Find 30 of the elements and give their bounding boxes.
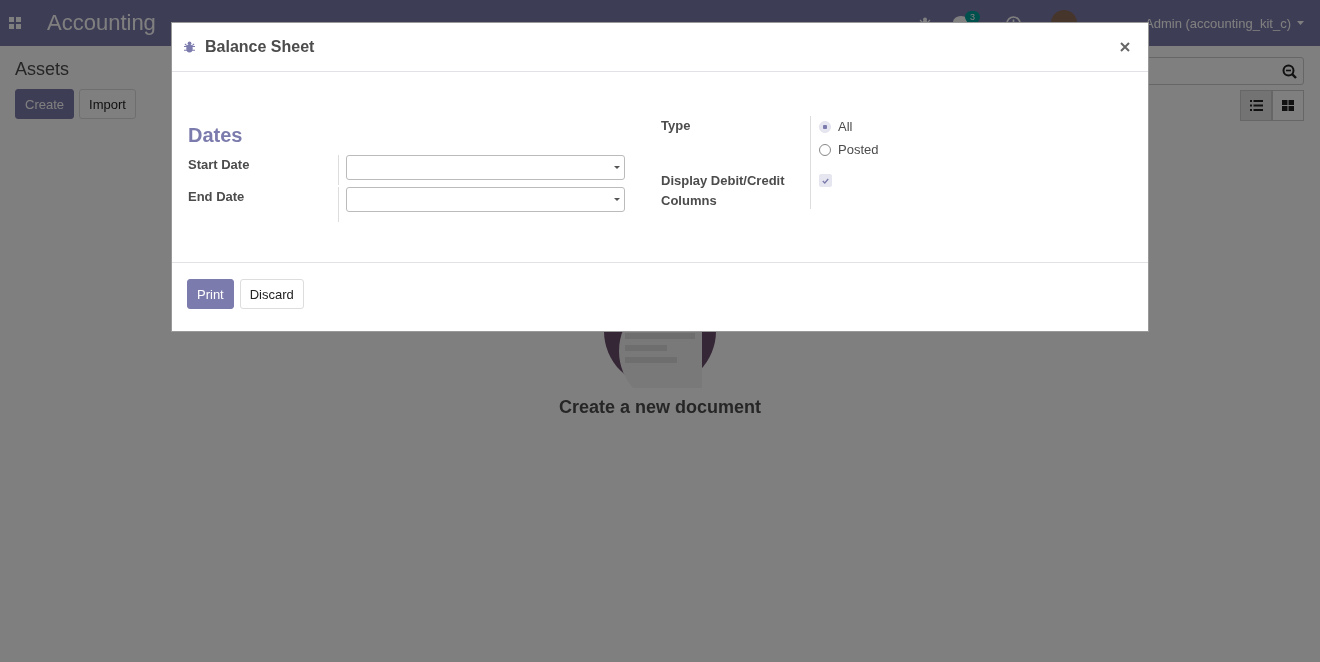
section-heading: Dates — [188, 124, 244, 147]
list-icon — [1249, 100, 1263, 111]
import-button[interactable]: Import — [79, 89, 136, 119]
create-button[interactable]: Create — [15, 89, 75, 119]
list-view-button[interactable] — [1240, 90, 1272, 121]
close-button[interactable] — [1118, 40, 1132, 54]
field-label: Display Debit/Credit Columns — [661, 172, 786, 210]
field-label: Type — [661, 117, 692, 135]
radio-label[interactable]: All — [838, 119, 853, 134]
checkbox[interactable] — [819, 174, 832, 187]
caret-icon[interactable] — [614, 166, 620, 169]
date-field[interactable] — [346, 187, 625, 212]
page-title: Assets — [15, 59, 71, 80]
kanban-view-button[interactable] — [1272, 90, 1304, 121]
bug-icon[interactable] — [184, 41, 195, 53]
date-field[interactable] — [346, 155, 625, 180]
grid-icon — [1282, 100, 1294, 111]
dialog-title: Balance Sheet — [205, 38, 315, 56]
field-label: End Date — [188, 188, 246, 206]
app-title: Accounting — [47, 10, 156, 36]
checkmark-icon — [822, 177, 829, 184]
field-label: Start Date — [188, 156, 251, 174]
notification-badge: 3 — [965, 11, 981, 23]
print-button[interactable]: Print — [187, 279, 234, 309]
search-icon[interactable] — [1282, 63, 1297, 79]
radio-label[interactable]: Posted — [838, 142, 879, 157]
discard-button[interactable]: Discard — [239, 279, 304, 309]
caret-icon[interactable] — [614, 198, 620, 201]
apps-grid-icon[interactable] — [9, 17, 21, 29]
empty-state-title: Create a new document — [558, 397, 762, 418]
